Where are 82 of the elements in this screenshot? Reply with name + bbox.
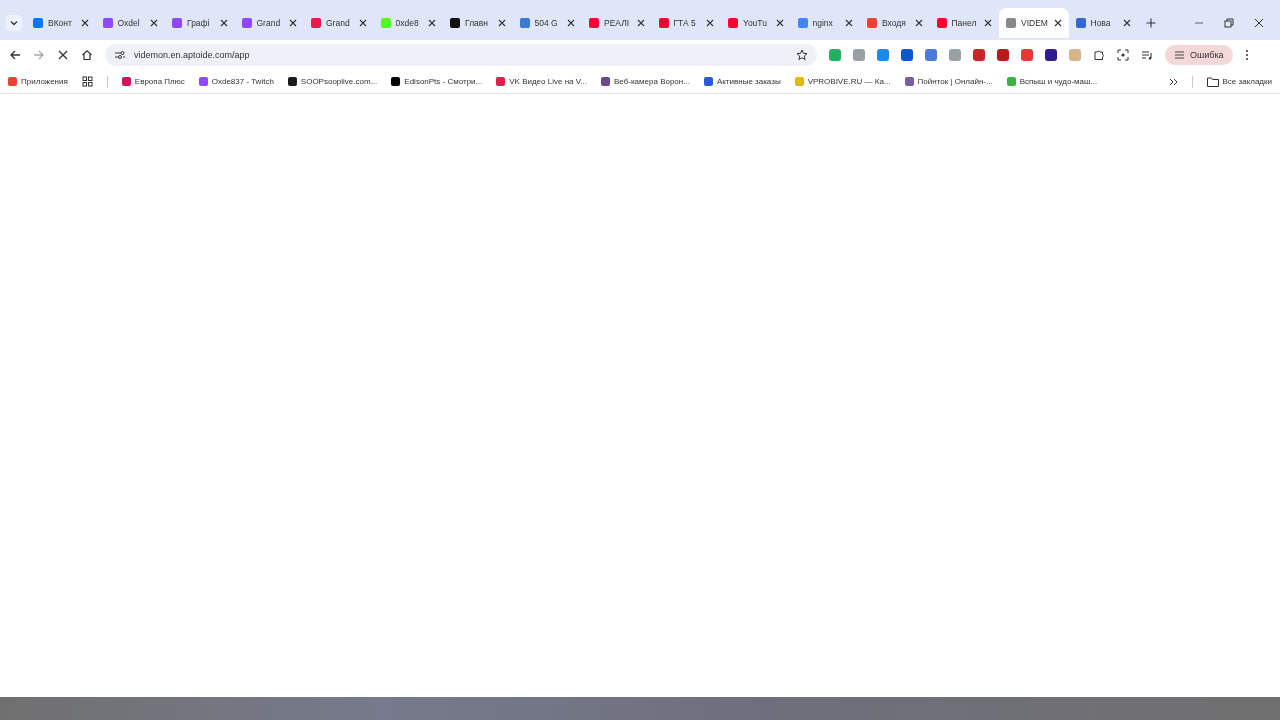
close-icon[interactable] xyxy=(567,19,575,27)
tab-groups-icon[interactable] xyxy=(81,76,93,87)
close-icon[interactable] xyxy=(636,19,645,27)
tab-title: Grand xyxy=(326,18,351,28)
tab-title: Oxdel xyxy=(117,18,141,28)
browser-tab[interactable]: 504 G xyxy=(512,8,582,38)
browser-tab[interactable]: nginx xyxy=(790,8,860,38)
menu-icon[interactable] xyxy=(1244,49,1249,61)
tab-title: 504 G xyxy=(534,18,559,28)
close-icon[interactable] xyxy=(497,19,506,27)
close-icon[interactable] xyxy=(358,19,367,27)
browser-tab[interactable]: Главн xyxy=(443,8,513,38)
browser-tab[interactable]: Oxdel xyxy=(95,8,165,38)
tab-title: Главн xyxy=(465,18,490,28)
bookmark-label: Oxde837 - Twitch xyxy=(211,77,274,86)
close-icon[interactable] xyxy=(984,19,992,27)
close-icon[interactable] xyxy=(289,19,297,27)
tab-title: ВКонт xyxy=(48,18,73,28)
tab-title: VIDEM xyxy=(1021,18,1049,28)
browser-tab[interactable]: Нова xyxy=(1068,8,1138,38)
close-icon[interactable] xyxy=(1053,19,1062,27)
close-icon[interactable] xyxy=(80,19,89,27)
back-icon[interactable] xyxy=(9,49,21,61)
folder-icon xyxy=(1206,76,1219,87)
all-bookmarks-button[interactable]: Все закладки xyxy=(1206,76,1272,87)
tab-title: Grand xyxy=(256,18,282,28)
bookmark-label: Европа Плюс xyxy=(134,77,185,86)
more-bookmarks-icon[interactable] xyxy=(1168,77,1178,86)
tab-title: Входя xyxy=(882,18,907,28)
close-window-icon[interactable] xyxy=(1254,18,1264,28)
browser-tab[interactable]: Входя xyxy=(860,8,930,38)
bookmark-label: Активные заказы xyxy=(716,77,781,86)
star-icon[interactable] xyxy=(796,49,808,61)
close-icon[interactable] xyxy=(914,19,923,27)
tab-title: РЕАЛІ xyxy=(604,18,631,28)
tab-title: nginx xyxy=(812,18,834,28)
url-text: videmon.en.aptoide.com/app xyxy=(134,50,250,60)
bookmark-item[interactable]: Приложения xyxy=(8,77,68,86)
puzzle-icon[interactable] xyxy=(1093,49,1105,61)
site-settings-icon[interactable] xyxy=(114,50,126,60)
browser-tab[interactable]: Панел xyxy=(929,8,999,38)
browser-tab[interactable]: Графі xyxy=(165,8,235,38)
bookmark-item[interactable]: Активные заказы xyxy=(703,77,781,86)
browser-tab[interactable]: 0xde8 xyxy=(373,8,443,38)
media-control-icon[interactable] xyxy=(1141,49,1153,61)
close-icon[interactable] xyxy=(428,19,436,27)
browser-tab[interactable]: Grand xyxy=(234,8,304,38)
tab-title: YouTu xyxy=(743,18,768,28)
stop-icon[interactable] xyxy=(57,49,69,61)
bookmark-label: Все закладки xyxy=(1222,77,1272,86)
tab-title: 0xde8 xyxy=(395,18,420,28)
profile-button[interactable]: Ошибка xyxy=(1165,45,1233,65)
close-icon[interactable] xyxy=(219,19,228,27)
browser-tab[interactable]: VIDEM xyxy=(999,8,1069,38)
tab-title: Графі xyxy=(187,18,211,28)
extension-icon[interactable] xyxy=(973,49,985,61)
bookmark-item[interactable]: Oxde837 - Twitch xyxy=(198,77,274,86)
extension-icon[interactable] xyxy=(1045,49,1057,61)
bookmark-label: Приложения xyxy=(21,77,68,86)
restore-icon[interactable] xyxy=(1224,18,1234,28)
browser-tab[interactable]: ВКонт xyxy=(26,8,96,38)
new-tab-icon[interactable] xyxy=(1146,18,1156,28)
browser-tab[interactable]: ГТА 5 xyxy=(651,8,721,38)
browser-tab[interactable]: РЕАЛІ xyxy=(582,8,652,38)
close-icon[interactable] xyxy=(706,19,714,27)
extension-icon[interactable] xyxy=(997,49,1009,61)
bookmark-item[interactable]: Европа Плюс xyxy=(121,77,185,86)
close-icon[interactable] xyxy=(150,19,158,27)
tab-title: ГТА 5 xyxy=(673,18,697,28)
home-icon[interactable] xyxy=(81,49,93,61)
browser-tab[interactable]: Grand xyxy=(304,8,374,38)
tab-title: Панел xyxy=(951,18,978,28)
browser-tab[interactable]: YouTu xyxy=(721,8,791,38)
close-icon[interactable] xyxy=(845,19,853,27)
address-bar[interactable]: videmon.en.aptoide.com/app xyxy=(105,44,817,66)
extension-icon[interactable] xyxy=(901,49,913,61)
screenshot-icon[interactable] xyxy=(1117,49,1129,61)
tab-search-button[interactable] xyxy=(6,15,22,31)
tab-title: Нова xyxy=(1090,18,1112,28)
chevron-down-icon xyxy=(9,18,19,28)
close-icon[interactable] xyxy=(775,19,784,27)
close-icon[interactable] xyxy=(1123,19,1131,27)
